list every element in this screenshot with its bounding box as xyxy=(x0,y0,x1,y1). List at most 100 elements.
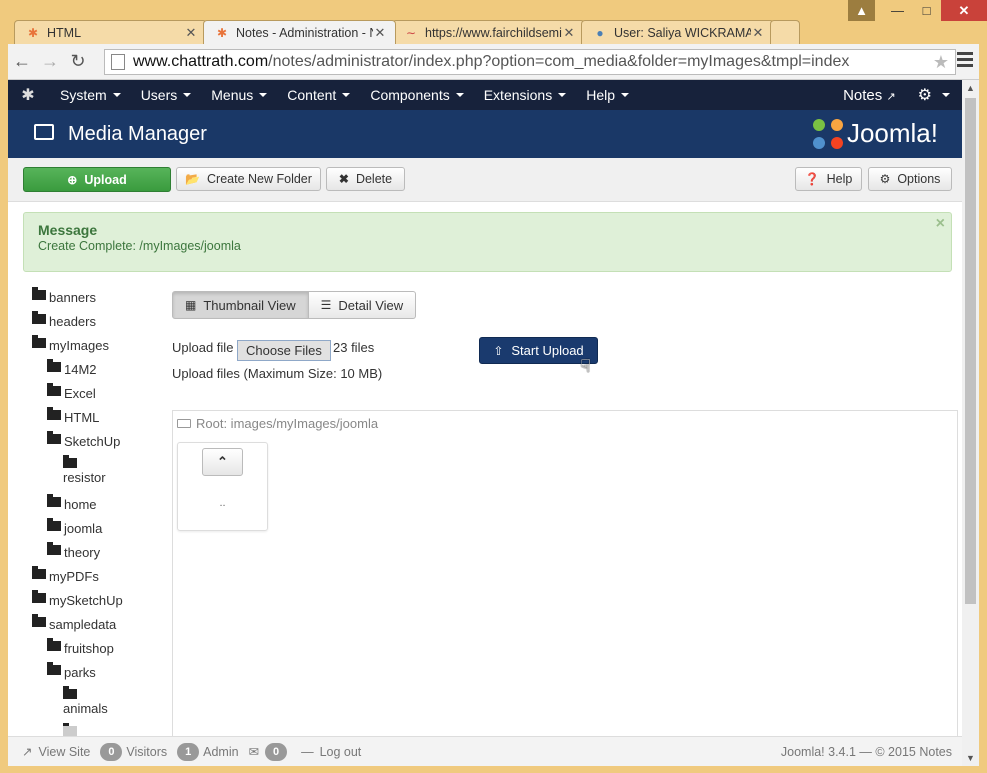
folder-label: banners xyxy=(49,290,96,305)
options-button[interactable]: ⚙ Options xyxy=(868,167,952,191)
tree-node-partial[interactable] xyxy=(63,723,80,736)
folder-icon xyxy=(47,542,61,555)
folder-icon xyxy=(32,311,46,324)
max-size-note: Upload files (Maximum Size: 10 MB) xyxy=(172,366,383,381)
tree-node[interactable]: headers xyxy=(32,311,96,329)
admin-menu: System Users Menus Content Components Ex… xyxy=(48,87,637,103)
folder-icon xyxy=(47,662,61,675)
tree-node[interactable]: fruitshop xyxy=(47,638,114,656)
folder-label: myPDFs xyxy=(49,569,99,584)
delete-x-icon: ✖ xyxy=(338,172,349,186)
tree-node[interactable]: resistor xyxy=(63,455,106,485)
tree-node[interactable]: myPDFs xyxy=(32,566,99,584)
tree-node[interactable]: Excel xyxy=(47,383,96,401)
tree-node[interactable]: banners xyxy=(32,287,96,305)
tree-node[interactable]: home xyxy=(47,494,97,512)
tree-node[interactable]: SketchUp xyxy=(47,431,120,449)
settings-menu[interactable]: ⚙ xyxy=(918,85,950,105)
help-button[interactable]: ❓ Help xyxy=(795,167,862,191)
folder-label: fruitshop xyxy=(64,641,114,656)
menu-label: Menus xyxy=(211,87,254,103)
view-switcher: ▦ Thumbnail View ☰ Detail View xyxy=(172,291,417,319)
tree-node[interactable]: myImages xyxy=(32,335,109,353)
page-title: Media Manager xyxy=(68,123,207,145)
scroll-up-icon[interactable]: ▲ xyxy=(966,83,975,93)
view-site-link[interactable]: ↗ View Site xyxy=(22,744,90,760)
close-tab-icon[interactable]: ✕ xyxy=(562,25,576,41)
caret-down-icon xyxy=(112,93,121,97)
browser-tab[interactable]: ∼ https://www.fairchildsemi. ✕ xyxy=(392,20,585,44)
tree-node[interactable]: animals xyxy=(63,686,108,716)
admin-count-badge: 1 xyxy=(177,742,200,761)
menu-extensions[interactable]: Extensions xyxy=(483,87,567,103)
browser-tab[interactable]: ✱ HTML ✕ xyxy=(14,20,207,44)
tree-node[interactable]: mySketchUp xyxy=(32,590,123,608)
reload-icon[interactable]: ↻ xyxy=(64,48,92,76)
menu-help[interactable]: Help xyxy=(586,87,629,103)
site-link-label: Notes xyxy=(843,86,883,104)
minimize-button[interactable]: — xyxy=(883,0,912,21)
user-profile-icon[interactable]: ▲ xyxy=(848,0,875,21)
back-icon[interactable]: ← xyxy=(8,48,36,76)
status-footer: ↗ View Site 0 Visitors 1 Admin ✉ 0 — Log out … xyxy=(8,736,962,766)
logout-link[interactable]: — Log out xyxy=(301,745,361,759)
menu-users[interactable]: Users xyxy=(141,87,192,103)
create-folder-button[interactable]: 📂 Create New Folder xyxy=(176,167,321,191)
joomla-icon: ✱ xyxy=(27,25,39,40)
folder-icon xyxy=(47,638,61,651)
tree-node[interactable]: HTML xyxy=(47,407,99,425)
tree-node[interactable]: sampledata xyxy=(32,614,117,632)
tree-node[interactable]: joomla xyxy=(47,518,102,536)
caret-down-icon xyxy=(455,93,464,97)
browser-tab-active[interactable]: ✱ Notes - Administration - N ✕ xyxy=(203,20,396,44)
menu-system[interactable]: System xyxy=(60,87,121,103)
folder-icon xyxy=(32,614,46,627)
bookmark-star-icon[interactable]: ★ xyxy=(933,52,949,73)
thumbnail-view-tab[interactable]: ▦ Thumbnail View xyxy=(172,291,309,319)
scrollbar-thumb[interactable] xyxy=(965,98,976,604)
close-tab-icon[interactable]: ✕ xyxy=(751,25,765,41)
page-scrollbar[interactable]: ▲ ▼ xyxy=(962,80,979,766)
chevron-up-icon[interactable]: ⌃ xyxy=(202,448,243,476)
folder-label: sampledata xyxy=(49,617,117,632)
maximize-button[interactable]: □ xyxy=(912,0,941,21)
tree-node[interactable]: 14M2 xyxy=(47,359,97,377)
close-tab-icon[interactable]: ✕ xyxy=(373,25,387,41)
detail-view-tab[interactable]: ☰ Detail View xyxy=(308,291,417,319)
tree-node[interactable]: parks xyxy=(47,662,96,680)
delete-button[interactable]: ✖ Delete xyxy=(326,167,405,191)
address-bar[interactable]: www.chattrath.com/notes/administrator/in… xyxy=(104,49,956,75)
close-message-icon[interactable]: × xyxy=(936,215,945,233)
joomla-icon[interactable]: ✱ xyxy=(8,85,48,105)
folder-label: parks xyxy=(64,665,96,680)
caret-down-icon xyxy=(942,93,950,97)
thumbnail-view-label: Thumbnail View xyxy=(203,297,296,313)
tree-node[interactable]: theory xyxy=(47,542,100,560)
globe-icon: ● xyxy=(596,25,604,40)
site-link[interactable]: Notes ↗ xyxy=(843,87,896,104)
parent-folder-card[interactable]: ⌃ .. xyxy=(177,442,268,531)
new-tab-button[interactable] xyxy=(770,20,800,44)
choose-files-button[interactable]: Choose Files xyxy=(237,340,331,361)
list-icon: ☰ xyxy=(320,298,332,312)
scroll-down-icon[interactable]: ▼ xyxy=(966,753,975,763)
folder-icon xyxy=(47,518,61,531)
upload-button[interactable]: ⊕ Upload xyxy=(23,167,171,192)
folder-label: animals xyxy=(63,701,108,716)
browser-menu-icon[interactable] xyxy=(957,52,973,70)
close-tab-icon[interactable]: ✕ xyxy=(184,25,198,41)
minus-icon: — xyxy=(301,744,314,759)
envelope-icon: ✉ xyxy=(248,745,260,759)
forward-icon[interactable]: → xyxy=(36,48,64,76)
question-circle-icon: ❓ xyxy=(804,172,820,186)
messages-status[interactable]: ✉ 0 xyxy=(248,742,291,761)
menu-content[interactable]: Content xyxy=(287,87,351,103)
url-path: /notes/administrator/index.php?option=co… xyxy=(268,53,850,70)
close-window-button[interactable]: ✕ xyxy=(941,0,987,21)
browser-tab[interactable]: ● User: Saliya WICKRAMASIN ✕ xyxy=(581,20,774,44)
grid-icon: ▦ xyxy=(185,298,197,312)
menu-components[interactable]: Components xyxy=(370,87,464,103)
folder-label: myImages xyxy=(49,338,109,353)
menu-label: Extensions xyxy=(483,87,553,103)
menu-menus[interactable]: Menus xyxy=(211,87,268,103)
